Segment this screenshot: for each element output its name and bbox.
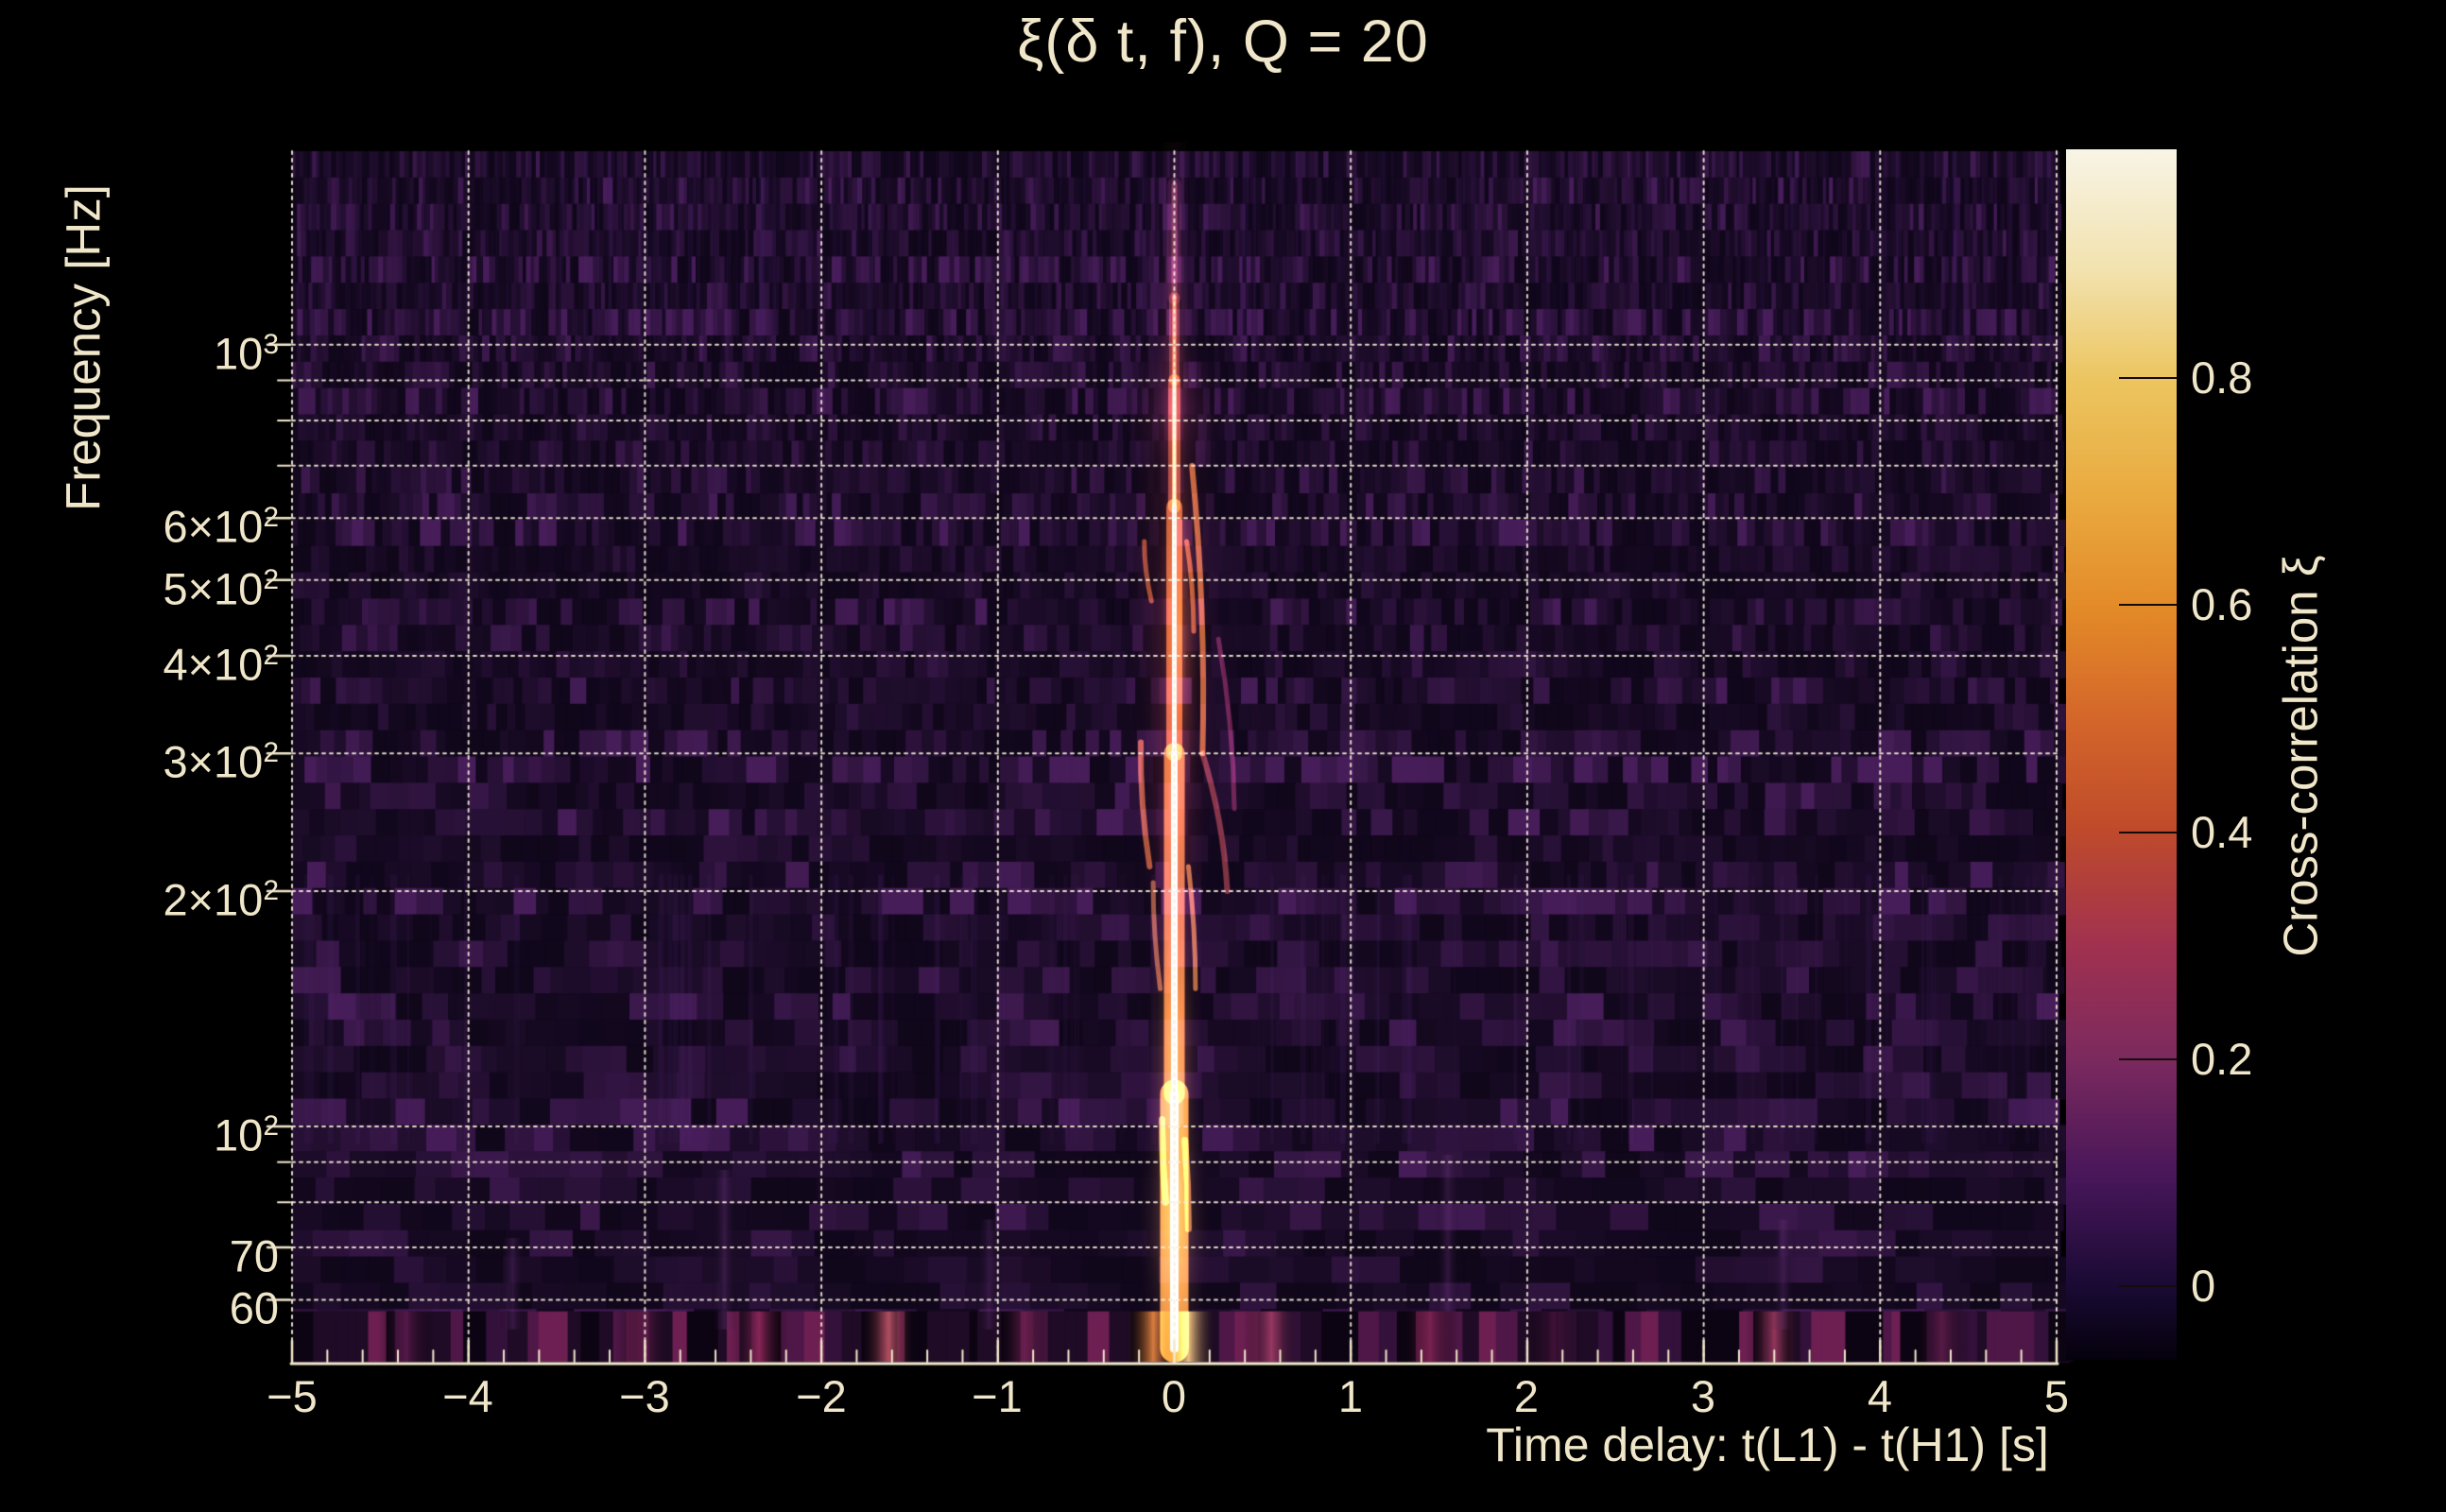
x-tick-m5: −5: [267, 1371, 318, 1421]
x-tick-m1: −1: [972, 1371, 1023, 1421]
colorbar-tick-mark: [2119, 832, 2177, 833]
colorbar-tick-0.8: 0.8: [2191, 352, 2253, 403]
colorbar-tick-mark: [2119, 377, 2177, 379]
x-tick-1: 1: [1337, 1371, 1364, 1421]
y-tick-300hz: 3×102: [163, 736, 279, 787]
x-tick-3: 3: [1690, 1371, 1716, 1421]
y-axis-label: Frequency [Hz]: [56, 184, 111, 511]
y-tick-60hz: 60: [229, 1282, 279, 1333]
colorbar-label: Cross-correlation ξ: [2273, 555, 2328, 957]
x-tick-0: 0: [1161, 1371, 1187, 1421]
y-tick-500hz: 5×102: [163, 563, 279, 614]
chart-title: ξ(δ t, f), Q = 20: [1017, 9, 1429, 75]
x-axis-label: Time delay: t(L1) - t(H1) [s]: [1486, 1418, 2049, 1471]
colorbar-tick-mark: [2119, 604, 2177, 606]
colorbar-tick-mark: [2119, 1058, 2177, 1060]
x-tick-m4: −4: [442, 1371, 493, 1421]
colorbar-tick-0.2: 0.2: [2191, 1034, 2253, 1084]
x-tick-m3: −3: [619, 1371, 670, 1421]
x-tick-2: 2: [1513, 1371, 1540, 1421]
heatmap-canvas: [255, 142, 2079, 1389]
cross-correlation-figure: ξ(δ t, f), Q = 20 103 6×102 5×102 4×102 …: [0, 0, 2446, 1512]
colorbar: [2066, 149, 2177, 1360]
colorbar-tick-0: 0: [2191, 1261, 2216, 1311]
y-tick-100hz: 102: [214, 1109, 279, 1160]
x-tick-5: 5: [2043, 1371, 2070, 1421]
y-tick-200hz: 2×102: [163, 874, 279, 925]
colorbar-tick-mark: [2119, 1285, 2177, 1287]
x-tick-m2: −2: [796, 1371, 847, 1421]
y-tick-400hz: 4×102: [163, 639, 279, 690]
x-tick-4: 4: [1867, 1371, 1893, 1421]
